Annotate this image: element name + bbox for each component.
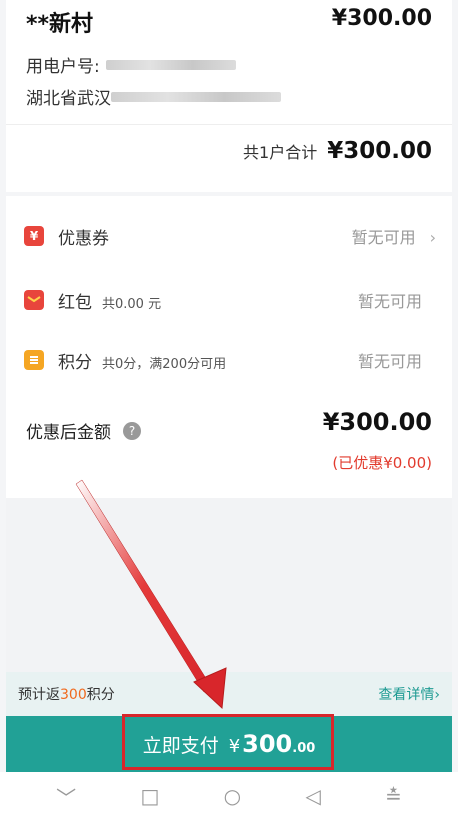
back-triangle-icon[interactable]: ◁	[305, 784, 320, 808]
coupon-status: 暂无可用 ›	[351, 228, 436, 247]
order-card: **新村 ¥300.00 用电户号: 湖北省武汉 共1户合计 ¥300.00	[6, 0, 452, 192]
address-redacted	[111, 91, 281, 102]
order-amount: ¥300.00	[331, 6, 432, 31]
points-label: 积分 共0分，满200分可用	[58, 352, 227, 373]
collapse-icon[interactable]: ﹀	[56, 782, 76, 811]
menu-icon[interactable]: ≛	[385, 784, 402, 808]
final-amount: ¥300.00	[322, 408, 432, 436]
points-row: 积分 共0分，满200分可用 暂无可用	[6, 340, 452, 380]
account-label: 用电户号:	[26, 57, 100, 77]
red-packet-icon	[24, 290, 44, 310]
points-status: 暂无可用	[357, 352, 422, 371]
address-prefix: 湖北省武汉	[26, 89, 111, 109]
empty-area	[6, 498, 452, 672]
account-number-redacted	[105, 59, 236, 70]
coupon-row[interactable]: ¥ 优惠券 暂无可用 ›	[6, 216, 452, 256]
coupon-label: 优惠券	[58, 228, 109, 249]
highlight-box	[122, 714, 334, 770]
red-packet-label: 红包 共0.00 元	[58, 292, 162, 313]
points-estimate-bar: 预计返300积分 查看详情›	[6, 672, 452, 716]
total-label: 共1户合计	[243, 143, 318, 162]
help-icon[interactable]: ?	[123, 421, 141, 440]
home-circle-icon[interactable]: ○	[224, 784, 241, 808]
total-row: 共1户合计 ¥300.00	[243, 138, 432, 164]
chevron-right-icon: ›	[429, 228, 436, 247]
red-packet-row: 红包 共0.00 元 暂无可用	[6, 280, 452, 320]
system-nav-bar: ﹀ □ ○ ◁ ≛	[0, 772, 458, 820]
coupon-icon: ¥	[24, 226, 44, 246]
divider	[6, 124, 452, 125]
account-row: 用电户号:	[26, 52, 236, 77]
total-amount: ¥300.00	[327, 138, 432, 164]
red-packet-status: 暂无可用	[357, 292, 422, 311]
home-square-icon[interactable]: □	[140, 784, 159, 808]
saved-amount: (已优惠¥0.00)	[332, 454, 432, 472]
points-coin-icon	[24, 350, 44, 370]
address-row: 湖北省武汉	[26, 84, 281, 109]
final-amount-label: 优惠后金额 ?	[26, 418, 141, 443]
view-details-link[interactable]: 查看详情›	[378, 684, 440, 704]
points-estimate-text: 预计返300积分	[18, 687, 115, 703]
village-name: **新村	[26, 12, 94, 37]
discount-card: ¥ 优惠券 暂无可用 › 红包 共0.00 元 暂无可用 积分 共0分，满200分可用…	[6, 196, 452, 498]
